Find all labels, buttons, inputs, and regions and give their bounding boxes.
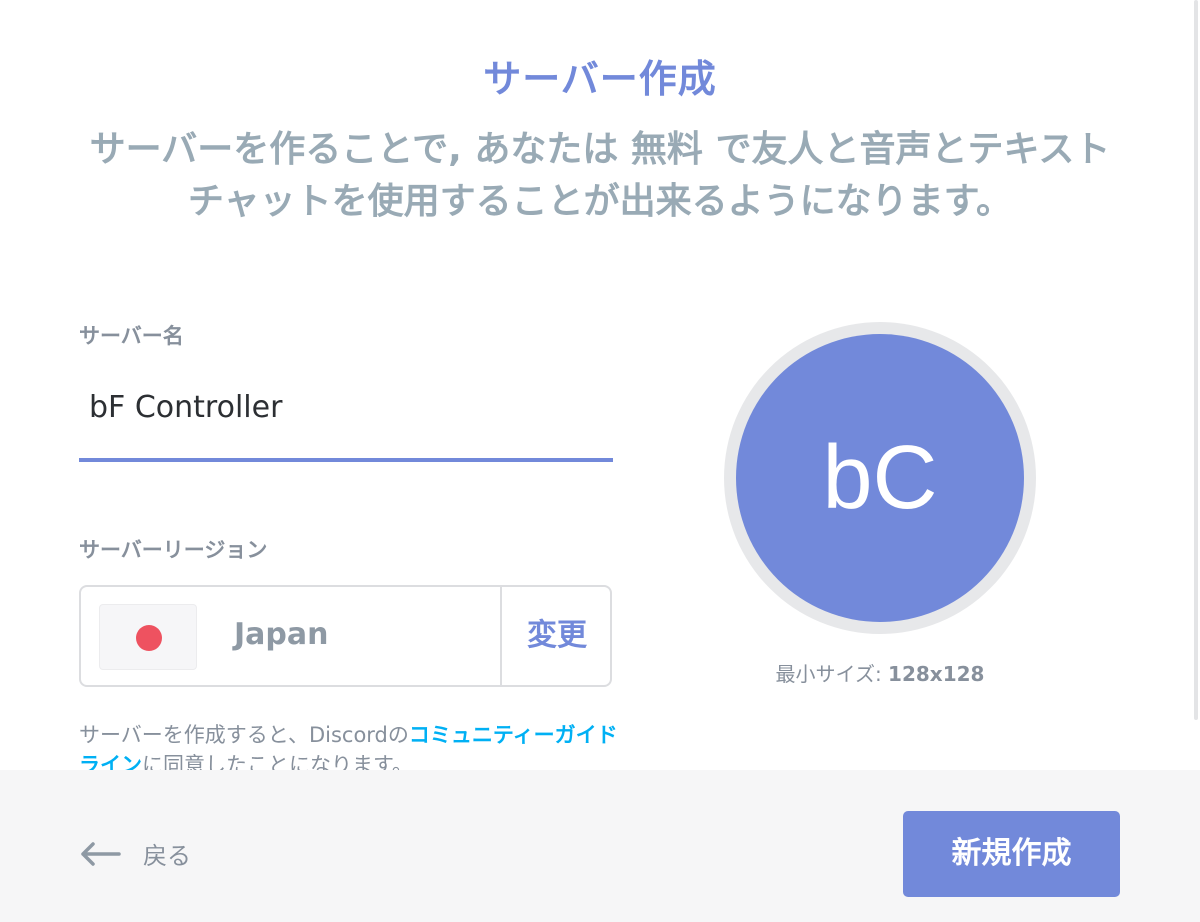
back-button[interactable]: 戻る	[79, 836, 191, 871]
change-region-button[interactable]: 変更	[502, 587, 612, 685]
flag-circle	[136, 625, 162, 651]
scrollbar[interactable]	[1194, 0, 1198, 720]
arrow-left-icon	[81, 841, 121, 866]
server-name-label: サーバー名	[79, 324, 184, 348]
terms-prefix: サーバーを作成すると、Discordの	[79, 723, 409, 747]
modal-title: サーバー作成	[483, 57, 717, 101]
min-size-hint: 最小サイズ: 128x128	[720, 658, 1040, 687]
modal-subtitle: サーバーを作ることで, あなたは 無料 で友人と音声とテキストチャットを使用する…	[89, 129, 1111, 222]
terms-notice: サーバーを作成すると、Discordのコミュニティーガイドラインに同意したことに…	[79, 720, 619, 770]
create-server-button[interactable]: 新規作成	[903, 811, 1120, 897]
japan-flag-icon	[99, 604, 197, 670]
region-name: Japan	[234, 617, 329, 652]
min-size-value: 128x128	[888, 662, 985, 686]
create-server-modal: サーバー作成 サーバーを作ることで, あなたは 無料 で友人と音声とテキストチャ…	[0, 0, 1200, 922]
min-size-label: 最小サイズ:	[775, 662, 889, 686]
server-name-input[interactable]	[79, 380, 613, 462]
server-region-label: サーバーリージョン	[79, 538, 268, 562]
modal-footer: 戻る 新規作成	[0, 770, 1200, 922]
server-region-selector: Japan 変更	[79, 585, 612, 687]
back-label: 戻る	[143, 842, 191, 870]
terms-suffix: に同意したことになります。	[142, 753, 413, 770]
server-icon-upload[interactable]: bC	[736, 334, 1024, 622]
